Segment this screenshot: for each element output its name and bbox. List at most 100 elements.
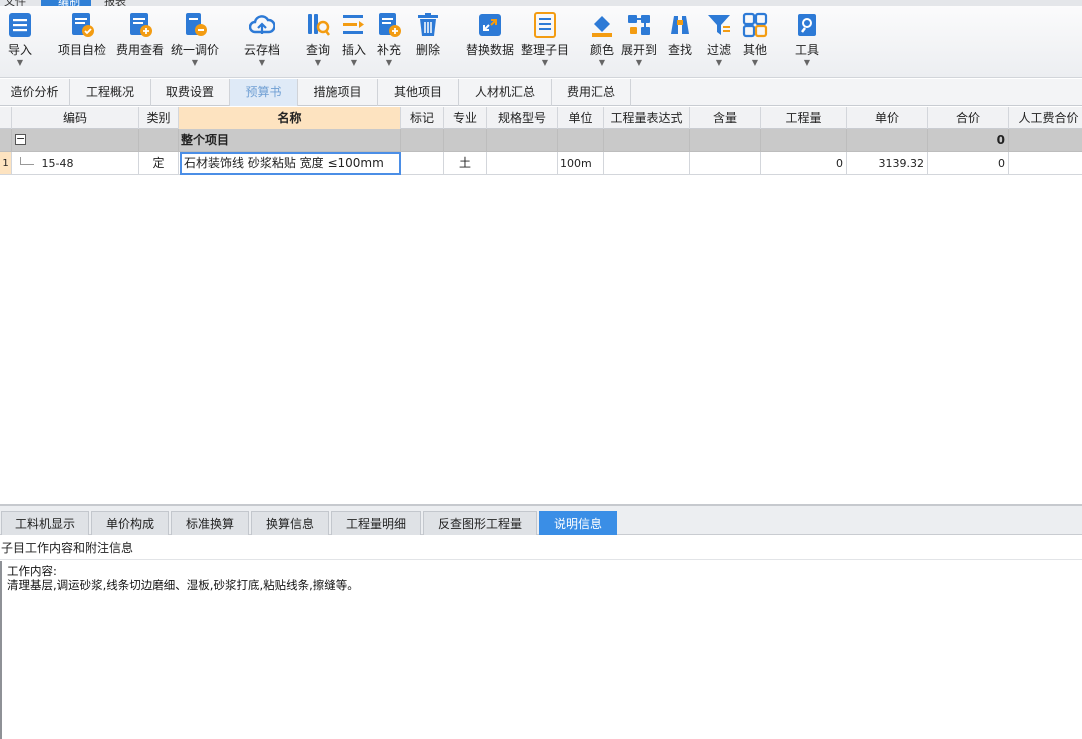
toolbar: 导入 ▼ 项目自检 费用查看 统一调价 ▼ 云存档 ▼ 查询 ▼ 插入 ▼ 补充… xyxy=(0,6,1082,78)
filter-button[interactable]: 过滤 ▼ xyxy=(702,6,736,78)
chevron-down-icon: ▼ xyxy=(751,58,759,67)
tab-labor-material-summary[interactable]: 人材机汇总 xyxy=(459,79,552,106)
organize-items-button[interactable]: 整理子目 ▼ xyxy=(518,6,572,78)
chevron-down-icon: ▼ xyxy=(635,58,643,67)
unit-cell[interactable]: 100m xyxy=(558,152,604,175)
header-quantity-expression[interactable]: 工程量表达式 xyxy=(604,107,690,129)
find-button[interactable]: 查找 xyxy=(662,6,698,78)
cost-view-button[interactable]: 费用查看 xyxy=(114,6,166,78)
import-label: 导入 xyxy=(7,43,32,57)
project-check-icon xyxy=(72,13,94,37)
total-price-cell[interactable]: 0 xyxy=(928,152,1009,175)
supplement-button[interactable]: 补充 ▼ xyxy=(373,6,405,78)
insert-button[interactable]: 插入 ▼ xyxy=(338,6,370,78)
header-name[interactable]: 名称 xyxy=(179,107,401,129)
labor-cost-cell[interactable] xyxy=(1009,152,1082,175)
expand-to-button[interactable]: 展开到 ▼ xyxy=(619,6,659,78)
collapse-toggle[interactable]: − xyxy=(15,133,26,145)
cloud-archive-button[interactable]: 云存档 ▼ xyxy=(238,6,286,78)
supplement-label: 补充 xyxy=(376,43,401,57)
major-cell[interactable]: 土 xyxy=(444,152,487,175)
project-check-button[interactable]: 项目自检 xyxy=(56,6,108,78)
unit-price-cell[interactable] xyxy=(847,129,928,152)
table-row-group[interactable]: − 整个项目 0 xyxy=(0,129,1082,152)
spec-cell[interactable] xyxy=(487,152,558,175)
work-content-textarea[interactable]: 工作内容: 清理基层,调运砂浆,线条切边磨细、湿板,砂浆打底,粘贴线条,擦缝等。 xyxy=(0,561,1082,739)
content-cell[interactable] xyxy=(690,152,761,175)
header-quantity[interactable]: 工程量 xyxy=(761,107,847,129)
query-button[interactable]: 查询 ▼ xyxy=(300,6,336,78)
header-unit-price[interactable]: 单价 xyxy=(847,107,928,129)
quantity-expression-cell[interactable] xyxy=(604,152,690,175)
tab-conversion-info[interactable]: 换算信息 xyxy=(251,511,329,535)
color-button[interactable]: 颜色 ▼ xyxy=(585,6,619,78)
header-total-price[interactable]: 合价 xyxy=(928,107,1009,129)
tab-description-info[interactable]: 说明信息 xyxy=(539,511,617,535)
group-name-cell[interactable]: 整个项目 xyxy=(179,129,401,152)
quantity-cell[interactable]: 0 xyxy=(761,152,847,175)
import-icon xyxy=(9,13,31,37)
tab-fee-settings[interactable]: 取费设置 xyxy=(151,79,230,106)
spec-cell[interactable] xyxy=(487,129,558,152)
tab-measures[interactable]: 措施项目 xyxy=(298,79,378,106)
quantity-cell[interactable] xyxy=(761,129,847,152)
tab-labor-material-display[interactable]: 工料机显示 xyxy=(1,511,89,535)
code-text: 15-48 xyxy=(41,157,74,170)
delete-button[interactable]: 删除 xyxy=(410,6,446,78)
category-cell[interactable]: 定 xyxy=(139,152,179,175)
tab-budget-book[interactable]: 预算书 xyxy=(230,79,298,106)
cost-view-icon xyxy=(130,13,152,37)
code-cell[interactable]: 15-48 xyxy=(12,152,139,175)
code-cell[interactable]: − xyxy=(12,129,139,152)
header-code[interactable]: 编码 xyxy=(12,107,139,129)
supplement-icon xyxy=(379,13,401,37)
category-cell[interactable] xyxy=(139,129,179,152)
import-button[interactable]: 导入 ▼ xyxy=(0,6,40,78)
labor-cost-cell[interactable] xyxy=(1009,129,1082,152)
mark-cell[interactable] xyxy=(401,129,444,152)
organize-items-icon xyxy=(534,12,556,38)
chevron-down-icon: ▼ xyxy=(803,58,811,67)
filter-label: 过滤 xyxy=(706,43,731,57)
header-unit[interactable]: 单位 xyxy=(558,107,604,129)
header-spec[interactable]: 规格型号 xyxy=(487,107,558,129)
tab-reverse-graphic-quantity[interactable]: 反查图形工程量 xyxy=(423,511,537,535)
tab-standard-conversion[interactable]: 标准换算 xyxy=(171,511,249,535)
unified-price-adjust-button[interactable]: 统一调价 ▼ xyxy=(168,6,222,78)
chevron-down-icon: ▼ xyxy=(541,58,549,67)
mark-cell[interactable] xyxy=(401,152,444,175)
tab-cost-summary[interactable]: 费用汇总 xyxy=(552,79,631,106)
other-label: 其他 xyxy=(742,43,767,57)
other-button[interactable]: 其他 ▼ xyxy=(738,6,772,78)
chevron-down-icon: ▼ xyxy=(715,58,723,67)
query-icon xyxy=(308,14,330,36)
header-mark[interactable]: 标记 xyxy=(401,107,444,129)
table-row[interactable]: 1 15-48 定 土 100m 0 3139.32 0 石材装饰线 砂浆粘贴 … xyxy=(0,152,1082,175)
total-price-cell[interactable]: 0 xyxy=(928,129,1009,152)
unit-price-cell[interactable]: 3139.32 xyxy=(847,152,928,175)
content-cell[interactable] xyxy=(690,129,761,152)
tab-project-overview[interactable]: 工程概况 xyxy=(70,79,151,106)
tab-cost-analysis[interactable]: 造价分析 xyxy=(0,79,70,106)
header-content[interactable]: 含量 xyxy=(690,107,761,129)
cloud-archive-label: 云存档 xyxy=(243,43,280,57)
header-category[interactable]: 类别 xyxy=(139,107,179,129)
insert-label: 插入 xyxy=(341,43,366,57)
header-major[interactable]: 专业 xyxy=(444,107,487,129)
work-content-heading: 工作内容: xyxy=(7,564,57,578)
row-index-cell[interactable]: 1 xyxy=(0,152,12,175)
tools-icon xyxy=(798,14,816,36)
name-edit-field[interactable]: 石材装饰线 砂浆粘贴 宽度 ≤100mm xyxy=(180,152,401,175)
quantity-expression-cell[interactable] xyxy=(604,129,690,152)
budget-grid: 编码 类别 名称 标记 专业 规格型号 单位 工程量表达式 含量 工程量 单价 … xyxy=(0,107,1082,504)
header-labor-cost-total[interactable]: 人工费合价 xyxy=(1009,107,1082,129)
replace-data-button[interactable]: 替换数据 xyxy=(462,6,518,78)
tab-unit-price-composition[interactable]: 单价构成 xyxy=(91,511,169,535)
unit-cell[interactable] xyxy=(558,129,604,152)
header-row-index xyxy=(0,107,12,129)
tools-button[interactable]: 工具 ▼ xyxy=(788,6,826,78)
tab-quantity-details[interactable]: 工程量明细 xyxy=(331,511,421,535)
tab-other-items[interactable]: 其他项目 xyxy=(378,79,459,106)
work-content-text: 清理基层,调运砂浆,线条切边磨细、湿板,砂浆打底,粘贴线条,擦缝等。 xyxy=(7,578,359,592)
major-cell[interactable] xyxy=(444,129,487,152)
